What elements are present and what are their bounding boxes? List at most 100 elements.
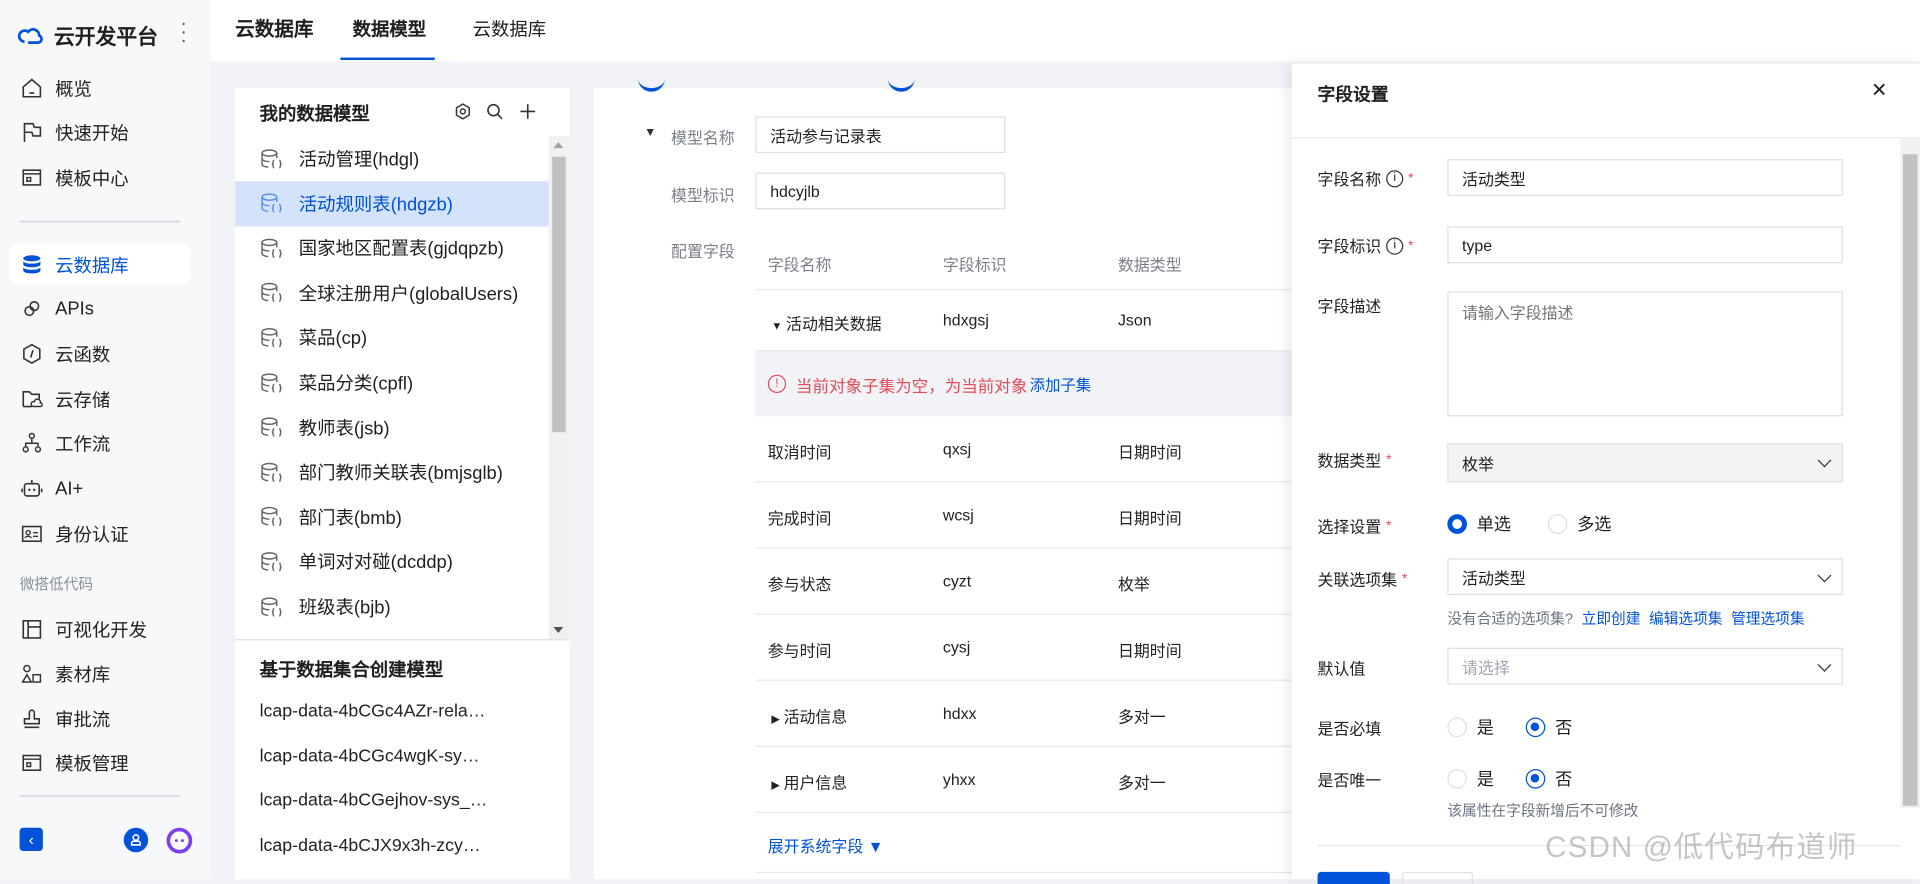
required-no-radio[interactable] <box>1525 717 1546 738</box>
sidebar-item-label: 云数据库 <box>55 255 129 277</box>
edit-option-set-link[interactable]: 编辑选项集 <box>1649 607 1722 628</box>
tab-cloud-database[interactable]: 云数据库 <box>473 0 546 61</box>
field-table-row[interactable]: ▶ 用户信息 yhxx 多对一 <box>755 747 1344 814</box>
add-model-icon[interactable] <box>519 103 536 120</box>
field-id-input[interactable]: type <box>1447 226 1843 264</box>
model-list-item[interactable]: 全球注册用户(globalUsers) <box>235 270 548 315</box>
layout-icon <box>22 620 42 639</box>
sidebar-item-main-8[interactable]: AI+ <box>10 469 190 508</box>
model-list-item[interactable]: 菜品(cp) <box>235 315 548 360</box>
data-model-icon <box>261 238 282 258</box>
search-icon[interactable] <box>486 103 503 120</box>
close-icon[interactable]: ✕ <box>1871 78 1887 102</box>
confirm-button[interactable] <box>1317 871 1390 884</box>
chevron-down-icon <box>1817 657 1832 672</box>
model-list-item[interactable]: 班级表(bjb) <box>235 584 548 629</box>
dataset-list-item[interactable]: lcap-data-4bCGc4wgK-sy… <box>260 747 480 767</box>
app-logo[interactable]: 云开发平台 <box>17 20 158 51</box>
model-list-item[interactable]: 国家地区配置表(gjdqpzb) <box>235 226 548 271</box>
dataset-list-item[interactable]: lcap-data-4bCGc4AZr-rela… <box>260 702 486 722</box>
model-list: 活动管理(hdgl) 活动规则表(hdgzb) 国家地区配置表(gjdqpzb) 全球… <box>235 136 549 639</box>
model-list-item[interactable]: 菜品分类(cpfl) <box>235 360 548 405</box>
template-icon <box>22 754 42 772</box>
required-yes-radio[interactable] <box>1447 717 1467 738</box>
sidebar-item-main-0[interactable]: 概览 <box>10 69 190 108</box>
model-list-item[interactable]: 活动管理(hdgl) <box>235 136 548 181</box>
sidebar-item-main-4[interactable]: APIs <box>10 289 190 328</box>
column-header-type: 数据类型 <box>1117 255 1182 275</box>
collapse-triangle-icon[interactable]: ▶ <box>771 779 779 791</box>
field-table-row[interactable]: 参与时间 cysj 日期时间 <box>755 615 1344 681</box>
sidebar-item-label: 模板管理 <box>55 753 129 775</box>
user-avatar-icon[interactable] <box>123 827 149 853</box>
model-list-item[interactable]: 部门教师关联表(bmjsglb) <box>235 450 548 495</box>
field-table-row[interactable]: ▶ 活动信息 hdxx 多对一 <box>755 681 1344 747</box>
sidebar-item-main-7[interactable]: 工作流 <box>10 424 190 463</box>
manage-option-set-link[interactable]: 管理选项集 <box>1731 607 1804 628</box>
default-value-select[interactable]: 请选择 <box>1447 647 1843 685</box>
collapse-triangle-icon[interactable]: ▼ <box>644 126 656 139</box>
model-list-item[interactable]: 活动规则表(hdgzb) <box>235 180 549 227</box>
assistant-bot-icon[interactable] <box>166 827 193 854</box>
data-model-icon <box>261 372 282 392</box>
sidebar-item-main-1[interactable]: 快速开始 <box>10 113 190 152</box>
field-type: 日期时间 <box>1117 443 1182 462</box>
expand-triangle-icon[interactable]: ▼ <box>771 320 782 332</box>
sidebar-item-main-6[interactable]: 云存储 <box>10 380 190 419</box>
create-option-set-link[interactable]: 立即创建 <box>1582 607 1641 628</box>
unique-yes-radio[interactable] <box>1447 768 1467 789</box>
sidebar-item-lowcode-3[interactable]: 模板管理 <box>10 743 190 782</box>
sidebar-item-lowcode-1[interactable]: 素材库 <box>10 654 190 693</box>
multi-select-label: 多选 <box>1577 514 1612 534</box>
multi-select-radio[interactable] <box>1547 514 1568 534</box>
info-icon[interactable]: i <box>1386 236 1404 255</box>
single-select-radio[interactable] <box>1447 514 1467 534</box>
data-type-select[interactable]: 枚举 <box>1447 443 1843 483</box>
unique-no-radio[interactable] <box>1525 768 1546 789</box>
field-name: 完成时间 <box>767 509 832 528</box>
collapse-sidebar-button[interactable]: ‹ <box>19 827 43 852</box>
data-model-icon <box>261 193 282 213</box>
single-select-label: 单选 <box>1476 514 1512 534</box>
info-icon[interactable]: i <box>1386 169 1404 187</box>
required-label: 是否必填 <box>1317 720 1382 739</box>
field-name-input[interactable]: 活动类型 <box>1447 159 1843 196</box>
model-list-item[interactable]: 部门表(bmb) <box>235 494 548 539</box>
data-model-icon <box>261 327 282 348</box>
model-list-scrollbar[interactable] <box>548 135 570 640</box>
field-id-label: 字段标识 <box>1317 237 1382 256</box>
collapse-triangle-icon[interactable]: ▶ <box>771 713 779 725</box>
model-list-item[interactable]: 教师表(jsb) <box>235 405 548 450</box>
sidebar-item-main-9[interactable]: 身份认证 <box>10 514 190 553</box>
field-table-row[interactable]: 参与状态 cyzt 枚举 <box>755 549 1344 615</box>
field-name-label: 字段名称 <box>1317 170 1382 189</box>
sidebar-item-main-2[interactable]: 模板中心 <box>10 158 190 197</box>
field-desc-textarea[interactable] <box>1447 291 1843 417</box>
field-table-row[interactable]: 完成时间 wcsj 日期时间 <box>755 482 1344 549</box>
sidebar-item-main-5[interactable]: 云函数 <box>10 334 190 373</box>
dataset-list-item[interactable]: lcap-data-4bCJX9x3h-zcy… <box>260 836 481 856</box>
option-set-select[interactable]: 活动类型 <box>1447 558 1843 596</box>
drawer-title: 字段设置 <box>1317 85 1389 106</box>
add-child-link[interactable]: 添加子集 <box>1030 372 1091 395</box>
cancel-button[interactable] <box>1402 871 1474 884</box>
tab-data-model[interactable]: 数据模型 <box>353 0 426 61</box>
field-table-row[interactable]: 取消时间 qxsj 日期时间 <box>755 416 1344 483</box>
active-tab-indicator <box>340 57 435 61</box>
model-name-input[interactable]: 活动参与记录表 <box>755 116 1006 154</box>
expand-system-fields-link[interactable]: 展开系统字段 ▼ <box>768 834 884 857</box>
field-table-row[interactable]: ▼ 活动相关数据 hdxgsj Json <box>755 290 1344 352</box>
field-type: 多对一 <box>1117 707 1166 727</box>
drawer-scrollbar[interactable] <box>1900 137 1920 809</box>
sidebar-item-main-3[interactable]: 云数据库 <box>9 244 190 285</box>
step-indicator-icon <box>637 76 665 92</box>
model-id-input[interactable]: hdcyjlb <box>755 172 1006 210</box>
unique-yes-label: 是 <box>1476 768 1494 789</box>
settings-icon[interactable] <box>454 103 471 120</box>
sidebar-item-lowcode-0[interactable]: 可视化开发 <box>10 610 190 649</box>
more-icon[interactable]: · · · <box>179 14 189 51</box>
step-indicator-icon <box>887 76 915 92</box>
model-list-item[interactable]: 单词对对碰(dcddp) <box>235 539 548 584</box>
sidebar-item-lowcode-2[interactable]: 审批流 <box>10 699 190 738</box>
dataset-list-item[interactable]: lcap-data-4bCGejhov-sys_… <box>260 791 488 811</box>
